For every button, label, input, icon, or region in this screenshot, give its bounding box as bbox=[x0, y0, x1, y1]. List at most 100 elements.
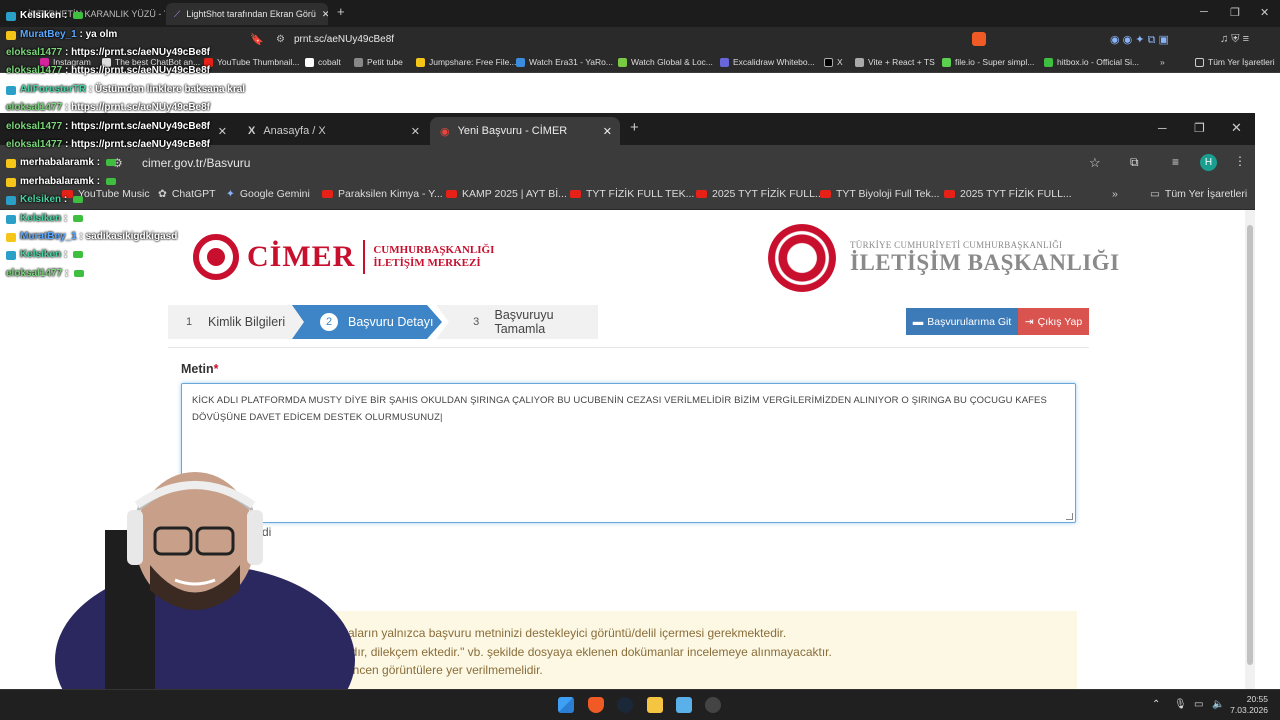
bookmark-item[interactable]: Jumpshare: Free File... bbox=[416, 57, 516, 67]
profile-avatar[interactable]: H bbox=[1200, 154, 1217, 171]
bookmark-item[interactable]: 2025 TYT FİZİK FULL... bbox=[944, 188, 1072, 200]
iletisim-baskanligi-logo[interactable]: TÜRKİYE CUMHURİYETİ CUMHURBAŞKANLIĞI İLE… bbox=[768, 224, 1120, 292]
menu-icon[interactable]: ♫ ⛨ ≡ bbox=[1220, 33, 1249, 46]
close-icon[interactable]: ✕ bbox=[411, 125, 420, 138]
steam-taskbar-icon[interactable] bbox=[617, 697, 633, 713]
bookmark-item[interactable]: Paraksilen Kimya - Y... bbox=[322, 188, 443, 200]
cimer-logo[interactable]: CİMER CUMHURBAŞKANLIĞI İLETİŞİM MERKEZİ bbox=[193, 234, 494, 280]
start-button[interactable] bbox=[558, 697, 574, 713]
inner-tab-cimer[interactable]: ◉ Yeni Başvuru - CİMER ✕ bbox=[430, 117, 620, 145]
outer-tab-lightshot[interactable]: ⟋ LightShot tarafından Ekran Görü ✕ bbox=[166, 3, 328, 25]
feather-icon: ⟋ bbox=[174, 8, 181, 19]
x-logo-icon: X bbox=[248, 125, 256, 137]
extensions-icon[interactable]: ◉ ◉ ✦ ⧉ ▣ bbox=[1110, 33, 1169, 47]
page-scrollbar[interactable] bbox=[1245, 210, 1255, 689]
all-bookmarks-item[interactable]: Tüm Yer İşaretleri bbox=[1195, 57, 1275, 67]
bookmark-item[interactable]: cobalt bbox=[305, 57, 341, 67]
display-icon[interactable]: ▭ bbox=[1194, 699, 1203, 710]
bookmark-item[interactable]: TYT Biyoloji Full Tek... bbox=[820, 188, 939, 200]
chat-message: Kelsiken : bbox=[6, 213, 84, 224]
basvurularim-button[interactable]: ▬ Başvurularıma Git bbox=[906, 308, 1018, 335]
close-icon[interactable]: ✕ bbox=[218, 125, 227, 138]
chat-message: MuratBey_1 : sadikasikigdkigasd bbox=[6, 231, 177, 242]
bookmark-item[interactable]: ✦ Google Gemini bbox=[226, 188, 310, 200]
chat-message: eloksal1477 : https://prnt.sc/aeNUy49cBe… bbox=[6, 47, 210, 58]
wizard-steps: 1 Kimlik Bilgileri 3 Başvuruyu Tamamla 2… bbox=[168, 305, 598, 339]
scrollbar-thumb[interactable] bbox=[1247, 225, 1253, 665]
chat-message: eloksal1477 : https://prnt.sc/aeNUy49cBe… bbox=[6, 139, 210, 150]
emblem-icon bbox=[768, 224, 836, 292]
chevron-right-icon[interactable]: » bbox=[1112, 188, 1118, 200]
bookmark-item[interactable]: Petit tube bbox=[354, 57, 403, 67]
tray-chevron-icon[interactable]: ⌃ bbox=[1152, 699, 1160, 710]
chat-message: merhabalaramk : bbox=[6, 176, 116, 187]
webcam-overlay bbox=[55, 470, 375, 720]
store-icon[interactable] bbox=[676, 697, 692, 713]
maximize-button[interactable]: ❐ bbox=[1230, 6, 1240, 19]
chevron-right-icon[interactable]: » bbox=[1160, 57, 1165, 67]
close-window-button[interactable]: ✕ bbox=[1231, 120, 1242, 136]
bookmark-item[interactable]: Watch Global & Loc... bbox=[618, 57, 713, 67]
close-window-button[interactable]: ✕ bbox=[1260, 6, 1269, 19]
bookmark-icon[interactable]: 🔖 bbox=[250, 33, 264, 46]
step-detay[interactable]: 2 Başvuru Detayı bbox=[292, 305, 442, 339]
new-tab-button[interactable]: + bbox=[630, 119, 639, 136]
url-text: prnt.sc/aeNUy49cBe8f bbox=[294, 34, 395, 45]
inner-url-field[interactable]: cimer.gov.tr/Basvuru bbox=[142, 151, 1102, 175]
bookmark-item[interactable]: ✿ ChatGPT bbox=[158, 188, 216, 200]
taskbar: ⌃ 🎙 ▭ 🔈 20:55 7.03.2026 bbox=[0, 689, 1280, 720]
bookmark-item[interactable]: YouTube Thumbnail... bbox=[204, 57, 299, 67]
star-icon[interactable]: ☆ bbox=[1089, 155, 1101, 171]
chat-message: merhabalaramk : bbox=[6, 157, 116, 168]
step-kimlik[interactable]: 1 Kimlik Bilgileri bbox=[168, 305, 318, 339]
outer-tab-strip: İNTERNETİN KARANLIK YÜZÜ - You ⟋ LightSh… bbox=[0, 0, 1280, 27]
chat-message: Kelsiken : bbox=[6, 10, 84, 21]
media-icon[interactable]: ≡ bbox=[1172, 155, 1179, 169]
all-bookmarks-item[interactable]: ▭ Tüm Yer İşaretleri bbox=[1150, 188, 1247, 200]
bookmark-item[interactable]: TYT FİZİK FULL TEK... bbox=[570, 188, 694, 200]
bookmark-item[interactable]: KAMP 2025 | AYT Bİ... bbox=[446, 188, 567, 200]
bookmark-item[interactable]: Watch Era31 - YaRo... bbox=[516, 57, 613, 67]
cimer-favicon-icon: ◉ bbox=[440, 125, 450, 138]
bookmark-item[interactable]: Vite + React + TS bbox=[855, 57, 935, 67]
file-explorer-icon[interactable] bbox=[647, 697, 663, 713]
brave-taskbar-icon[interactable] bbox=[588, 697, 604, 713]
volume-icon[interactable]: 🔈 bbox=[1212, 699, 1224, 710]
close-icon[interactable]: ✕ bbox=[603, 125, 612, 138]
inner-address-bar: ⚙ cimer.gov.tr/Basvuru ☆ ⧉ ≡ H ⋮ bbox=[0, 145, 1255, 181]
minimize-button[interactable]: ─ bbox=[1158, 121, 1167, 135]
minimize-button[interactable]: ─ bbox=[1200, 6, 1208, 18]
bookmark-item[interactable]: X bbox=[824, 57, 843, 67]
brave-shield-icon[interactable] bbox=[972, 32, 986, 46]
new-tab-button[interactable]: + bbox=[337, 4, 345, 19]
maximize-button[interactable]: ❐ bbox=[1194, 121, 1205, 135]
chat-message: Kelsiken : bbox=[6, 194, 84, 205]
obs-taskbar-icon[interactable] bbox=[705, 697, 721, 713]
logout-button[interactable]: ⇥ Çıkış Yap bbox=[1018, 308, 1089, 335]
resize-handle[interactable] bbox=[1066, 513, 1073, 520]
microphone-icon[interactable]: 🎙 bbox=[1174, 699, 1187, 710]
bookmark-item[interactable]: hitbox.io - Official Si... bbox=[1044, 57, 1139, 67]
chat-message: eloksal1477 : https://prnt.sc/aeNUy49cBe… bbox=[6, 121, 210, 132]
chat-message: MuratBey_1 : ya olm bbox=[6, 29, 117, 40]
chat-message: eloksal1477 : https://prnt.sc/aeNUy49cBe… bbox=[6, 65, 210, 76]
cimer-emblem-icon bbox=[193, 234, 239, 280]
close-icon[interactable]: ✕ bbox=[322, 9, 328, 20]
outer-url-field[interactable]: ⚙ prnt.sc/aeNUy49cBe8f bbox=[268, 31, 988, 49]
folder-icon: ▬ bbox=[912, 315, 924, 328]
metin-label: Metin* bbox=[181, 362, 219, 376]
tab-label: LightShot tarafından Ekran Görü bbox=[186, 9, 316, 19]
bookmark-item[interactable]: file.io - Super simpl... bbox=[942, 57, 1034, 67]
chat-message: eloksal1477 : https://prnt.sc/aeNUy49cBe… bbox=[6, 102, 210, 113]
menu-icon[interactable]: ⋮ bbox=[1234, 154, 1246, 168]
site-info-icon[interactable]: ⚙ bbox=[276, 31, 285, 49]
extensions-icon[interactable]: ⧉ bbox=[1130, 155, 1139, 170]
step-tamamla[interactable]: 3 Başvuruyu Tamamla bbox=[436, 305, 598, 339]
bookmark-item[interactable]: 2025 TYT FİZİK FULL... bbox=[696, 188, 824, 200]
chat-message: Kelsiken : bbox=[6, 249, 84, 260]
bookmark-item[interactable]: Excalidraw Whitebo... bbox=[720, 57, 815, 67]
inner-tab-x[interactable]: X Anasayfa / X ✕ bbox=[238, 117, 428, 145]
url-text: cimer.gov.tr/Basvuru bbox=[142, 156, 251, 170]
clock[interactable]: 20:55 7.03.2026 bbox=[1230, 694, 1268, 716]
inner-bookmarks-bar: YouTube Music ✿ ChatGPT ✦ Google Gemini Pa… bbox=[0, 181, 1255, 210]
